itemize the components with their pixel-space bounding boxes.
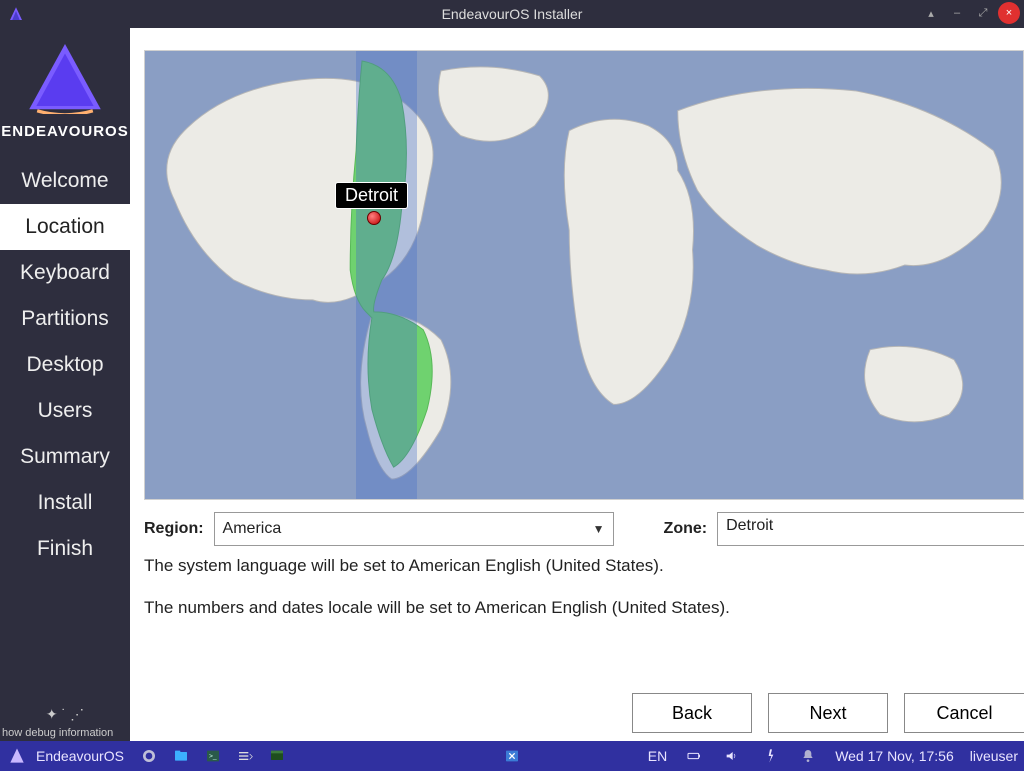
map-pin-label: Detroit — [335, 182, 408, 209]
maximize-button[interactable]: ⤢ — [972, 2, 994, 24]
chevron-down-icon: ▼ — [593, 522, 605, 536]
map-pin-icon[interactable] — [367, 211, 381, 225]
sidebar-item-welcome[interactable]: Welcome — [0, 158, 130, 204]
cancel-button[interactable]: Cancel — [904, 693, 1024, 733]
zone-input[interactable]: Detroit — [717, 512, 1024, 546]
taskbar-firefox-icon[interactable] — [138, 745, 160, 767]
sidebar-item-partitions[interactable]: Partitions — [0, 296, 130, 342]
sidebar-logo — [0, 34, 130, 119]
taskbar-menu-icon[interactable] — [6, 745, 28, 767]
taskbar-files-icon[interactable] — [170, 745, 192, 767]
app-icon — [4, 2, 28, 26]
keep-above-button[interactable]: ▴ — [920, 2, 942, 24]
content-area: Detroit Region: America ▼ Zone: Detroit … — [130, 28, 1024, 741]
zone-label: Zone: — [664, 520, 708, 538]
svg-text:>_: >_ — [209, 753, 217, 760]
volume-icon[interactable] — [721, 745, 743, 767]
sidebar-items: Welcome Location Keyboard Partitions Des… — [0, 158, 130, 572]
main-container: ENDEAVOUROS Welcome Location Keyboard Pa… — [0, 28, 1024, 741]
brand-label: ENDEAVOUROS — [0, 123, 130, 140]
map-svg — [145, 51, 1023, 499]
taskbar-user[interactable]: liveuser — [970, 748, 1018, 764]
wizard-buttons: Back Next Cancel — [632, 693, 1024, 733]
taskbar-app-label[interactable]: EndeavourOS — [36, 748, 124, 764]
window-title: EndeavourOS Installer — [0, 6, 1024, 22]
region-value: America — [223, 520, 282, 538]
zone-value: Detroit — [726, 517, 773, 534]
debug-link[interactable]: how debug information — [0, 727, 130, 739]
sidebar-item-install[interactable]: Install — [0, 480, 130, 526]
region-label: Region: — [144, 520, 204, 538]
sidebar-item-desktop[interactable]: Desktop — [0, 342, 130, 388]
sidebar: ENDEAVOUROS Welcome Location Keyboard Pa… — [0, 28, 130, 741]
notification-icon[interactable] — [797, 745, 819, 767]
taskbar-running-app-icon[interactable] — [266, 745, 288, 767]
locale-line: The numbers and dates locale will be set… — [144, 598, 1024, 618]
timezone-band — [356, 51, 417, 499]
titlebar: EndeavourOS Installer ▴ – ⤢ × — [0, 0, 1024, 28]
power-icon[interactable] — [759, 745, 781, 767]
region-dropdown[interactable]: America ▼ — [214, 512, 614, 546]
taskbar-clock[interactable]: Wed 17 Nov, 17:56 — [835, 748, 954, 764]
keyboard-layout-indicator[interactable]: EN — [648, 748, 667, 764]
taskbar-panel-icon[interactable] — [501, 745, 523, 767]
close-button[interactable]: × — [998, 2, 1020, 24]
taskbar[interactable]: EndeavourOS >_ EN — [0, 741, 1024, 771]
region-zone-row: Region: America ▼ Zone: Detroit — [144, 512, 1024, 546]
taskbar-terminal-icon[interactable]: >_ — [202, 745, 224, 767]
timezone-map[interactable]: Detroit — [144, 50, 1024, 500]
sidebar-item-keyboard[interactable]: Keyboard — [0, 250, 130, 296]
sparkle-icon: ✦ ˙ ⋰ — [0, 706, 130, 723]
minimize-button[interactable]: – — [946, 2, 968, 24]
next-button[interactable]: Next — [768, 693, 888, 733]
taskbar-menu-dropdown-icon[interactable] — [234, 745, 256, 767]
sidebar-item-finish[interactable]: Finish — [0, 526, 130, 572]
back-button[interactable]: Back — [632, 693, 752, 733]
sidebar-item-location[interactable]: Location — [0, 204, 130, 250]
close-icon: × — [1006, 7, 1012, 19]
sidebar-item-summary[interactable]: Summary — [0, 434, 130, 480]
language-line: The system language will be set to Ameri… — [144, 556, 1024, 576]
sidebar-item-users[interactable]: Users — [0, 388, 130, 434]
sidebar-footer[interactable]: ✦ ˙ ⋰ how debug information — [0, 698, 130, 741]
battery-icon[interactable] — [683, 745, 705, 767]
